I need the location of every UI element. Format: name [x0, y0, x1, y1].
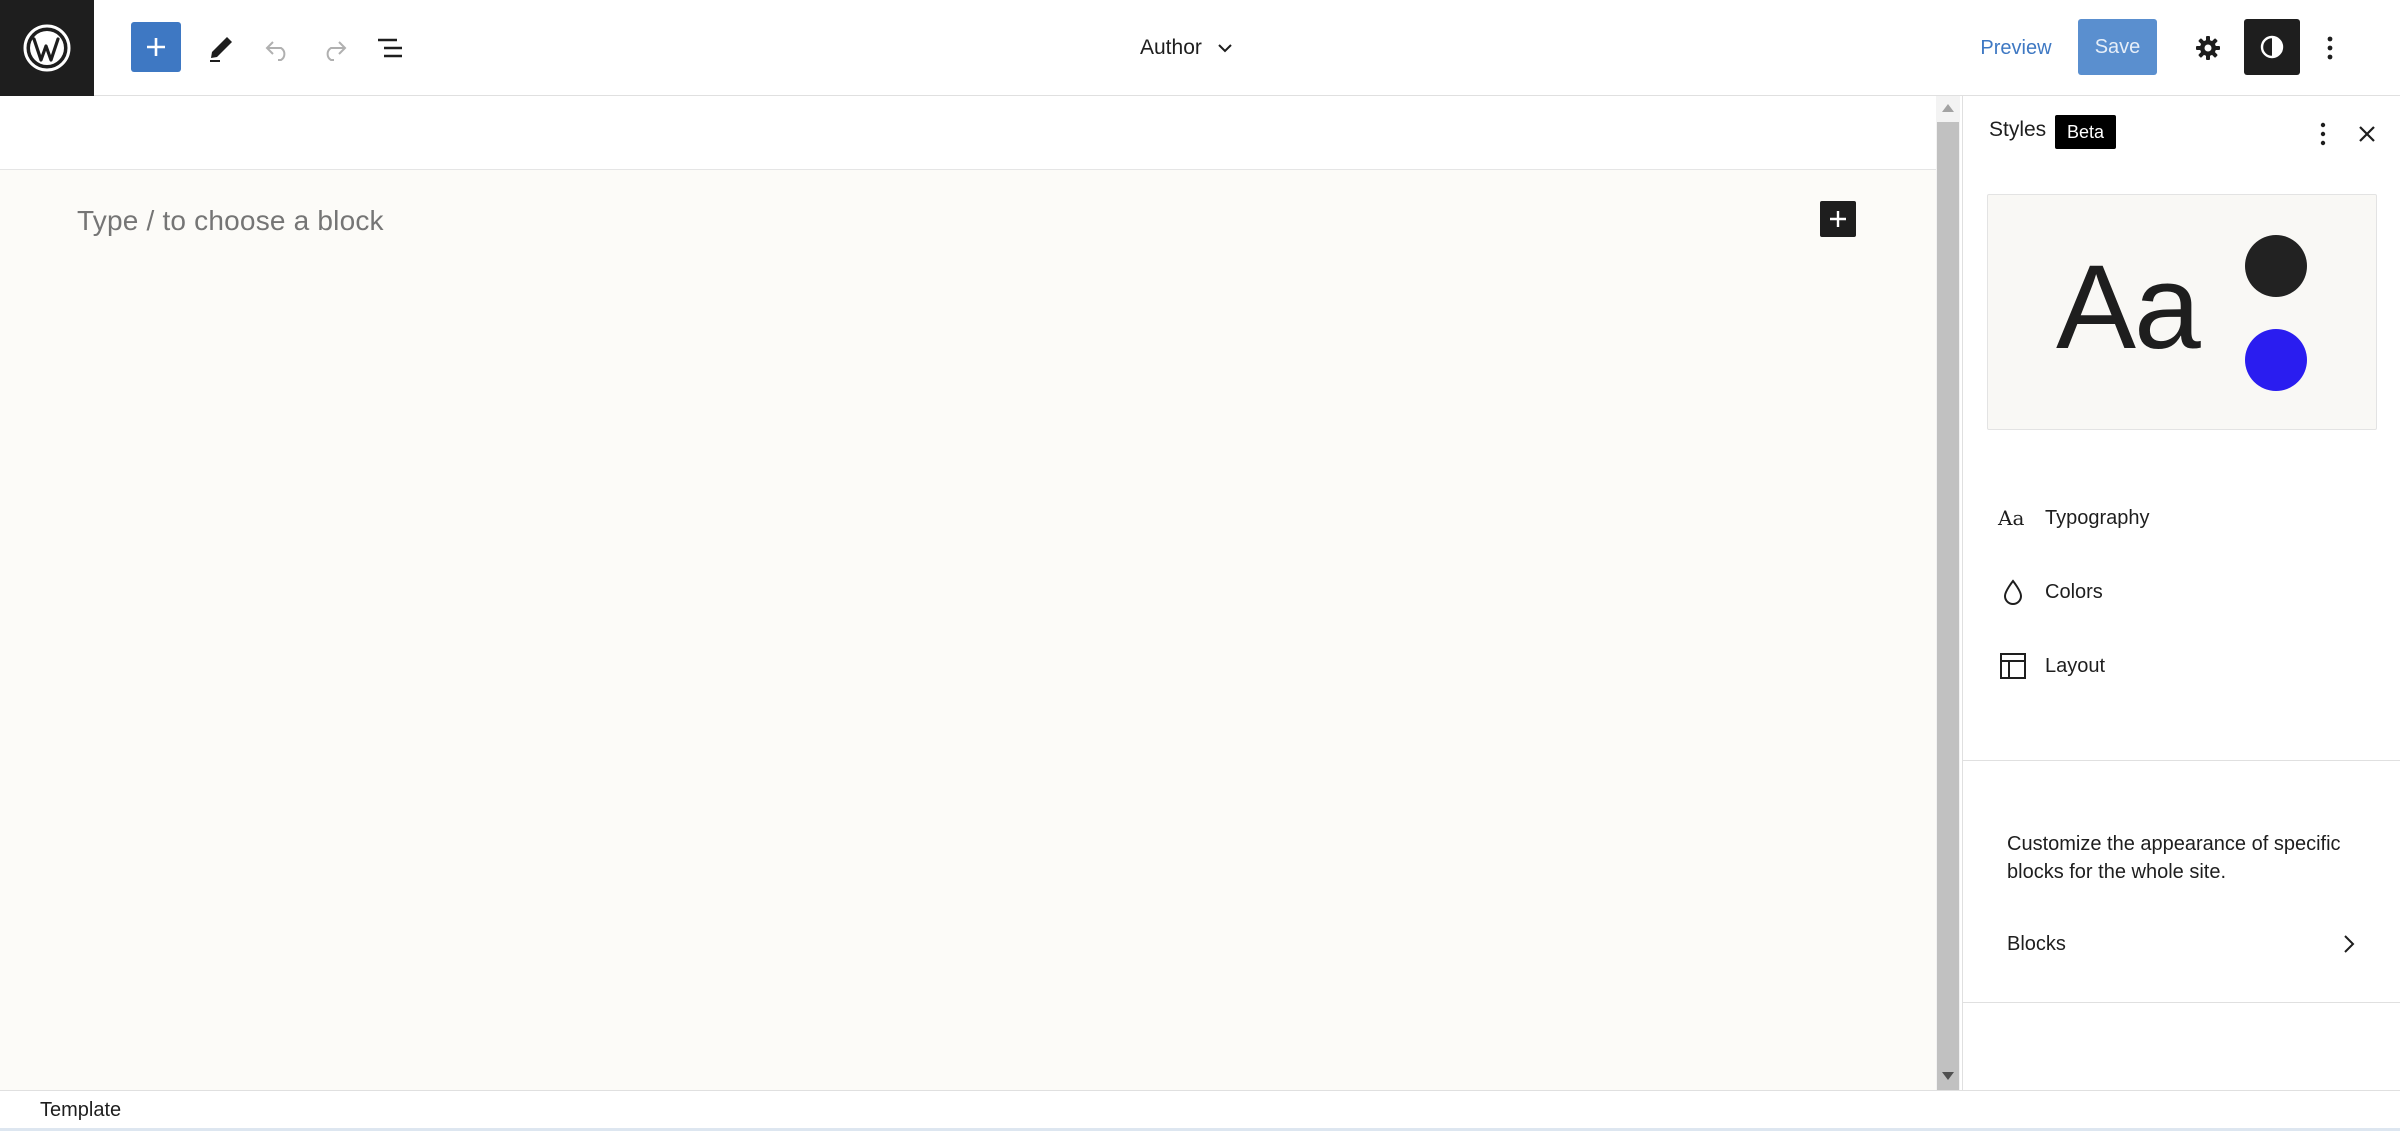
- gear-icon: [2196, 36, 2220, 60]
- preview-color-swatch-secondary: [2245, 329, 2307, 391]
- style-preview: Aa: [1987, 194, 2377, 430]
- wordpress-icon: [23, 24, 71, 72]
- nav-item-label: Layout: [2045, 654, 2106, 677]
- plus-icon: [1830, 211, 1846, 227]
- styles-toggle-button[interactable]: [2244, 19, 2300, 75]
- beta-badge: Beta: [2055, 115, 2117, 149]
- sidebar-divider: [1963, 760, 2400, 761]
- nav-item-label: Typography: [2045, 506, 2150, 529]
- editor-header: Author Preview Save: [0, 0, 2400, 96]
- pencil-icon: [210, 37, 232, 62]
- preview-typography-sample: Aa: [2056, 240, 2201, 374]
- scroll-down-arrow[interactable]: [1942, 1072, 1954, 1080]
- sidebar-title: Styles: [1989, 118, 2047, 141]
- more-vertical-icon: [2320, 122, 2326, 146]
- undo-button[interactable]: [254, 24, 302, 72]
- tools-button[interactable]: [197, 24, 245, 72]
- chevron-down-icon: [1218, 44, 1232, 53]
- settings-button[interactable]: [2184, 24, 2232, 72]
- sidebar-header: Styles Beta: [1963, 96, 2400, 168]
- close-sidebar-button[interactable]: [2347, 114, 2387, 154]
- droplet-icon: [1993, 572, 2033, 612]
- site-editor: Author Preview Save Type / to choose a b…: [0, 0, 2400, 1131]
- options-button[interactable]: [2306, 24, 2354, 72]
- nav-item-layout[interactable]: Layout: [1987, 636, 2377, 696]
- scroll-up-arrow[interactable]: [1942, 104, 1954, 112]
- breadcrumb-template[interactable]: Template: [40, 1099, 121, 1122]
- redo-button[interactable]: [310, 24, 358, 72]
- styles-actions-button[interactable]: [2303, 114, 2343, 154]
- document-title: Author: [1140, 36, 1202, 59]
- nav-item-typography[interactable]: Aa Typography: [1987, 488, 2377, 548]
- contrast-icon: [2260, 35, 2284, 59]
- document-title-dropdown[interactable]: Author: [1140, 26, 1234, 70]
- block-placeholder[interactable]: Type / to choose a block: [77, 205, 384, 237]
- more-vertical-icon: [2327, 36, 2333, 60]
- list-view-button[interactable]: [366, 24, 414, 72]
- layout-icon: [1993, 646, 2033, 686]
- editor-footer: Template: [0, 1090, 2400, 1131]
- save-button[interactable]: Save: [2078, 19, 2157, 75]
- nav-item-colors[interactable]: Colors: [1987, 562, 2377, 622]
- styles-sidebar: Styles Beta Aa Aa Typography Colors Layo…: [1962, 96, 2400, 1090]
- list-view-icon: [378, 38, 402, 58]
- typography-icon: Aa: [1993, 498, 2033, 538]
- editor-canvas[interactable]: Type / to choose a block: [0, 170, 1936, 1090]
- canvas-scrollbar[interactable]: [1936, 96, 1960, 1094]
- preview-color-swatch-primary: [2245, 235, 2307, 297]
- blocks-description: Customize the appearance of specific blo…: [2007, 833, 2341, 883]
- close-icon: [2359, 126, 2375, 142]
- add-block-button[interactable]: [131, 22, 181, 72]
- scroll-thumb[interactable]: [1937, 122, 1959, 1094]
- canvas-header-area: [0, 96, 1936, 170]
- preview-button[interactable]: Preview: [1968, 24, 2064, 72]
- nav-item-blocks[interactable]: Blocks: [1987, 914, 2377, 974]
- undo-icon: [265, 41, 286, 61]
- svg-text:Aa: Aa: [1997, 506, 2024, 530]
- inline-add-block-button[interactable]: [1820, 201, 1856, 237]
- chevron-right-icon: [2341, 933, 2357, 955]
- redo-icon: [326, 41, 347, 61]
- nav-item-label: Colors: [2045, 580, 2103, 603]
- wordpress-logo-button[interactable]: [0, 0, 94, 96]
- sidebar-divider: [1963, 1002, 2400, 1003]
- nav-item-label: Blocks: [2007, 932, 2066, 955]
- plus-icon: [147, 38, 165, 56]
